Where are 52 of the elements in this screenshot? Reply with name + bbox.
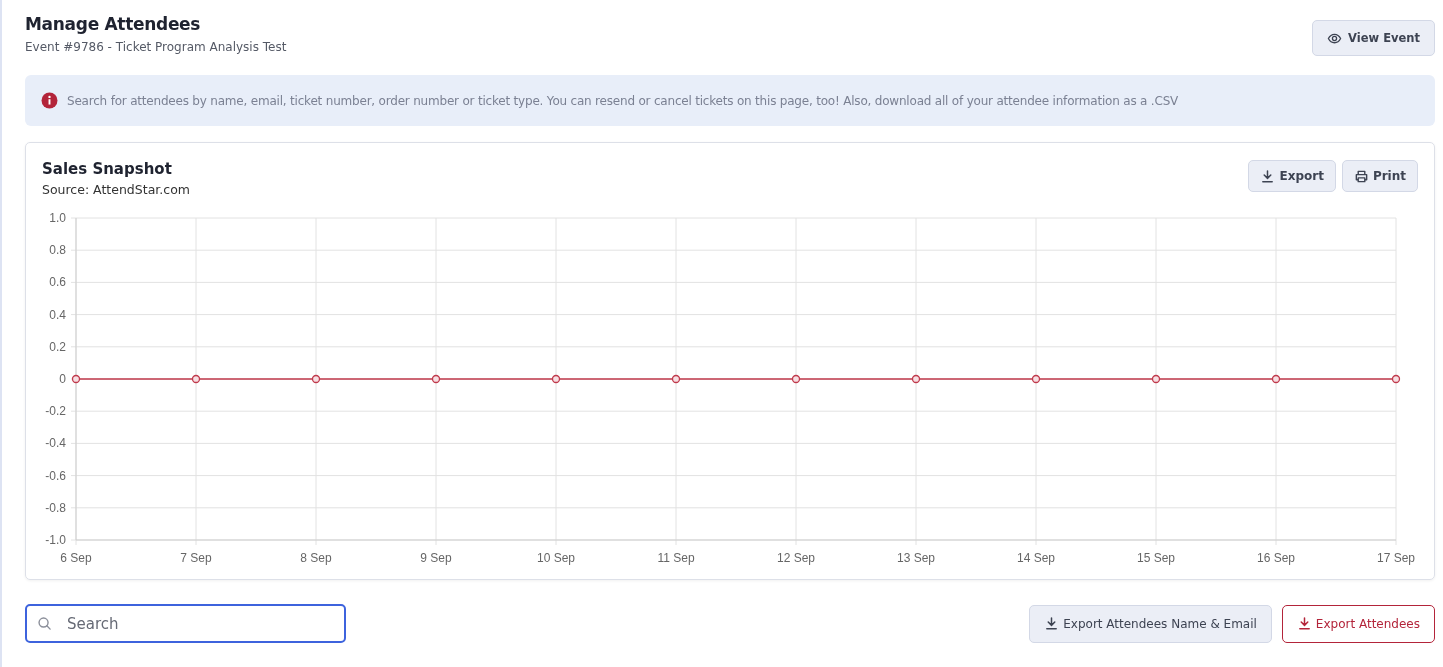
y-tick-label: 0.2 <box>49 339 66 354</box>
source-text: Source: AttendStar.com <box>42 182 190 197</box>
data-point <box>551 374 561 384</box>
x-tick-label: 14 Sep <box>1017 551 1055 565</box>
export-attendees-button[interactable]: Export Attendees <box>1281 604 1435 643</box>
download-icon <box>1296 616 1312 631</box>
search-icon <box>37 616 52 631</box>
y-tick-label: 0.6 <box>49 275 66 290</box>
alert-text: Search for attendees by name, email, ticket number, order number or ticket type. You can resend or cancel tickets on this page, too! Also, download all of your attendee information as a .CSV <box>67 93 1179 108</box>
y-tick-label: -1.0 <box>45 533 66 547</box>
y-tick-label: -0.4 <box>45 436 66 451</box>
printer-icon <box>1353 168 1369 184</box>
data-point <box>1151 374 1161 384</box>
x-tick-label: 12 Sep <box>777 551 815 565</box>
x-tick-label: 6 Sep <box>60 551 92 565</box>
search-field[interactable]: Search <box>25 604 346 643</box>
print-button[interactable]: Print <box>1341 160 1418 192</box>
data-point <box>71 374 81 384</box>
data-point <box>1391 374 1401 384</box>
y-tick-label: -0.2 <box>45 404 66 419</box>
y-tick-label: 0 <box>59 372 66 386</box>
data-point <box>671 374 681 384</box>
x-tick-label: 17 Sep <box>1377 551 1415 565</box>
download-icon <box>1044 616 1060 631</box>
x-tick-label: 13 Sep <box>897 551 935 565</box>
export-button[interactable]: Export <box>1248 160 1336 192</box>
x-tick-label: 15 Sep <box>1137 551 1175 565</box>
y-tick-label: 1.0 <box>49 211 66 225</box>
page-title: Manage Attendees <box>25 14 202 34</box>
export-name-email-button[interactable]: Export Attendees Name & Email <box>1029 604 1272 643</box>
data-point <box>1271 374 1281 384</box>
event-subtitle: Event #9786 - Ticket Program Analysis Test <box>25 40 287 54</box>
data-point <box>791 374 801 384</box>
y-tick-label: -0.6 <box>45 468 66 483</box>
y-tick-label: 0.4 <box>49 307 66 322</box>
data-point <box>311 374 321 384</box>
x-tick-label: 7 Sep <box>180 551 212 565</box>
download-icon <box>1260 168 1276 184</box>
card-title: Sales Snapshot <box>42 160 173 178</box>
x-tick-label: 9 Sep <box>420 551 452 565</box>
x-tick-label: 10 Sep <box>537 551 575 565</box>
y-tick-label: -0.8 <box>45 500 66 515</box>
x-tick-label: 16 Sep <box>1257 551 1295 565</box>
y-tick-label: 0.8 <box>49 243 66 258</box>
data-point <box>911 374 921 384</box>
data-point <box>1031 374 1041 384</box>
x-tick-label: 11 Sep <box>657 551 695 565</box>
info-icon <box>41 92 58 109</box>
x-tick-label: 8 Sep <box>300 551 332 565</box>
data-point <box>191 374 201 384</box>
data-point <box>431 374 441 384</box>
view-event-button[interactable]: View Event <box>1312 20 1435 56</box>
